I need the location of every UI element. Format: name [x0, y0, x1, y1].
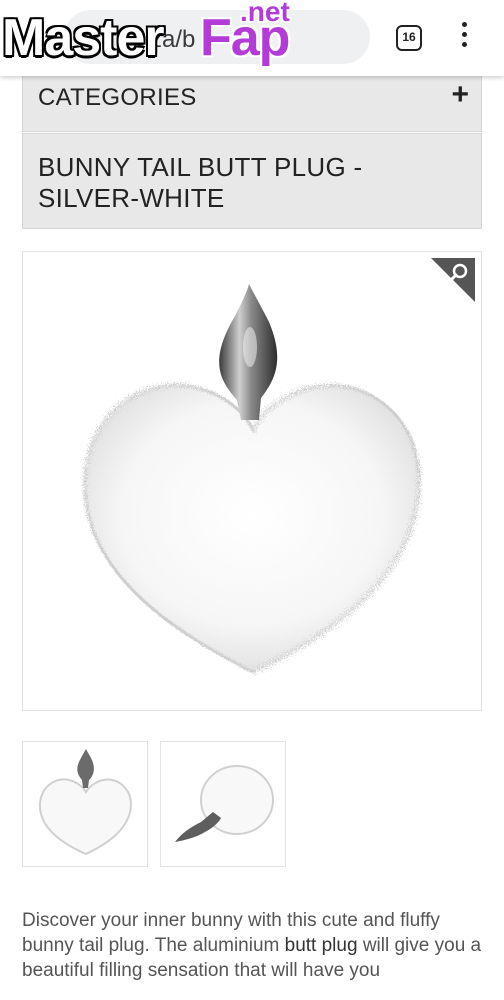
butt-plug-link[interactable]: butt plug: [285, 935, 358, 956]
watermark-text-net: .net: [240, 0, 290, 27]
bunny-tail-plug-illustration: [83, 284, 421, 674]
thumbnail-side[interactable]: [160, 741, 286, 867]
magnifier-icon[interactable]: [431, 258, 475, 302]
product-title: BUNNY TAIL BUTT PLUG - SILVER-WHITE: [38, 152, 363, 213]
expand-plus-icon[interactable]: +: [451, 78, 469, 112]
watermark-logo: Master Fap .net: [0, 0, 310, 84]
product-main-image[interactable]: [22, 251, 482, 711]
product-description: Discover your inner bunny with this cute…: [22, 908, 492, 983]
kebab-menu-icon[interactable]: [455, 22, 473, 54]
thumbnail-heart-image: [38, 749, 133, 856]
thumbnail-front[interactable]: [22, 741, 148, 867]
categories-label: CATEGORIES: [38, 84, 197, 111]
thumbnail-side-image: [175, 765, 274, 842]
watermark-text-master: Master: [2, 9, 165, 67]
tab-switcher-button[interactable]: 16: [396, 25, 422, 51]
product-title-box: BUNNY TAIL BUTT PLUG - SILVER-WHITE: [22, 133, 482, 229]
